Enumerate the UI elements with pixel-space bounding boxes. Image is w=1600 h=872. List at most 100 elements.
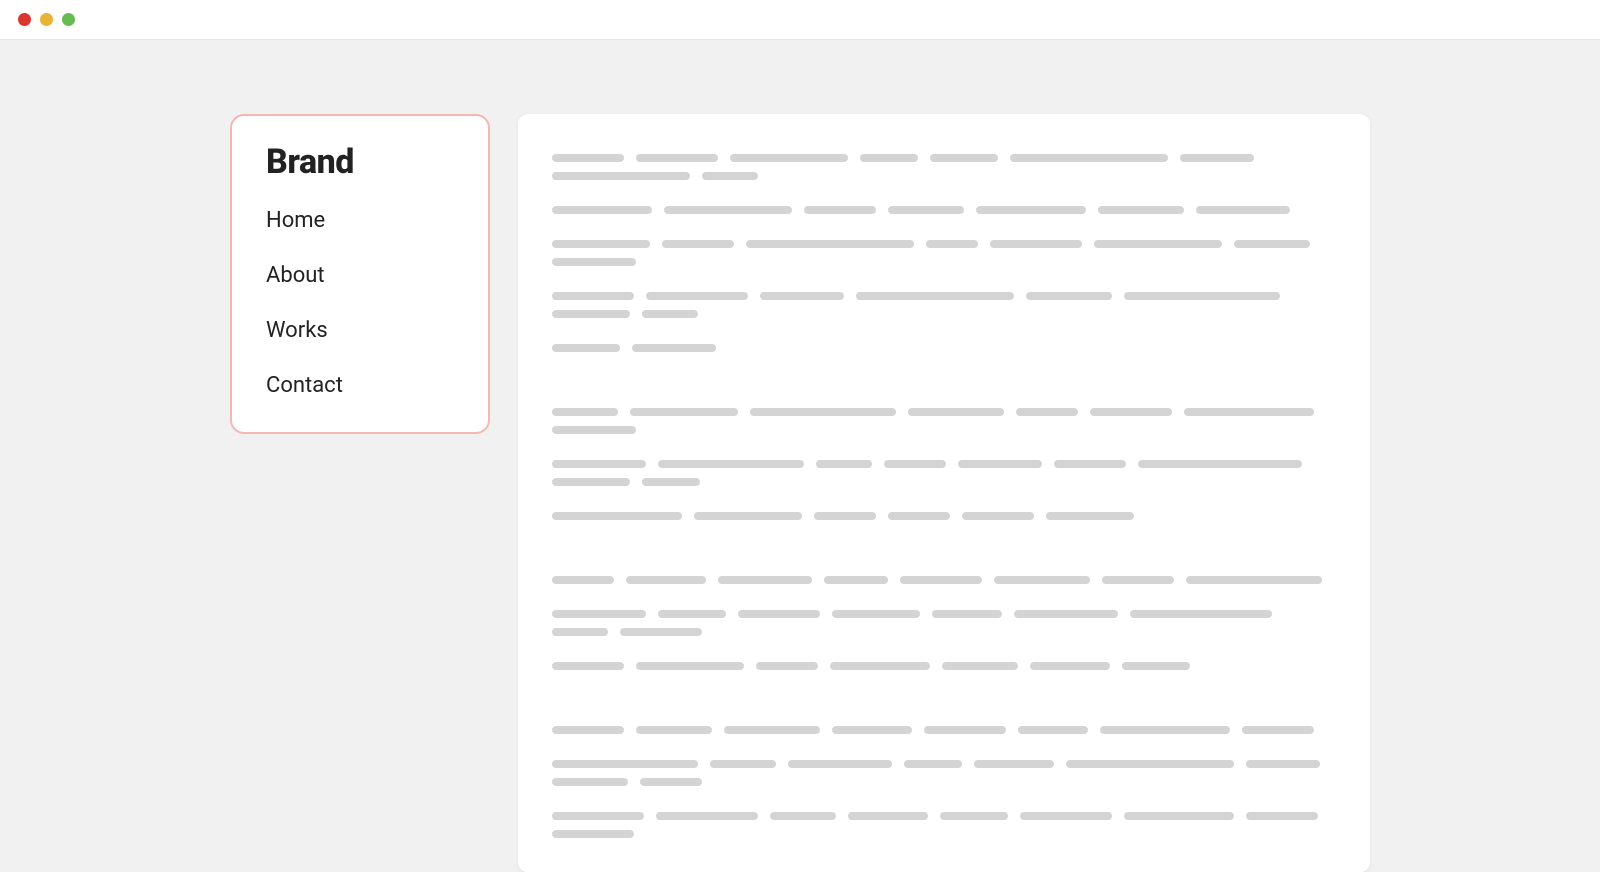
placeholder-segment bbox=[552, 830, 634, 838]
placeholder-segment bbox=[756, 662, 818, 670]
placeholder-segment bbox=[1234, 240, 1310, 248]
placeholder-segment bbox=[974, 760, 1054, 768]
placeholder-segment bbox=[642, 310, 698, 318]
placeholder-segment bbox=[746, 240, 914, 248]
placeholder-segment bbox=[636, 662, 744, 670]
placeholder-segment bbox=[930, 154, 998, 162]
placeholder-segment bbox=[1046, 512, 1134, 520]
placeholder-segment bbox=[630, 408, 738, 416]
placeholder-line bbox=[552, 240, 1336, 266]
page-body: Brand Home About Works Contact bbox=[0, 40, 1600, 872]
sidebar-item-contact[interactable]: Contact bbox=[266, 373, 454, 398]
placeholder-segment bbox=[620, 628, 702, 636]
placeholder-line bbox=[552, 344, 1336, 352]
window-titlebar bbox=[0, 0, 1600, 40]
placeholder-line bbox=[552, 610, 1336, 636]
placeholder-segment bbox=[1130, 610, 1272, 618]
placeholder-segment bbox=[830, 662, 930, 670]
sidebar: Brand Home About Works Contact bbox=[230, 114, 490, 434]
placeholder-segment bbox=[552, 778, 628, 786]
placeholder-segment bbox=[958, 460, 1042, 468]
sidebar-item-home[interactable]: Home bbox=[266, 208, 454, 233]
minimize-icon[interactable] bbox=[40, 13, 53, 26]
placeholder-segment bbox=[552, 206, 652, 214]
placeholder-segment bbox=[832, 610, 920, 618]
placeholder-segment bbox=[552, 292, 634, 300]
placeholder-segment bbox=[636, 726, 712, 734]
placeholder-segment bbox=[1246, 760, 1320, 768]
placeholder-segment bbox=[552, 426, 636, 434]
brand-title: Brand bbox=[266, 142, 454, 182]
placeholder-segment bbox=[552, 726, 624, 734]
placeholder-segment bbox=[940, 812, 1008, 820]
placeholder-line bbox=[552, 812, 1336, 838]
placeholder-segment bbox=[1018, 726, 1088, 734]
placeholder-line bbox=[552, 408, 1336, 434]
placeholder-paragraph bbox=[552, 408, 1336, 520]
placeholder-segment bbox=[932, 610, 1002, 618]
placeholder-line bbox=[552, 726, 1336, 734]
placeholder-segment bbox=[1090, 408, 1172, 416]
placeholder-segment bbox=[750, 408, 896, 416]
placeholder-segment bbox=[552, 812, 644, 820]
placeholder-segment bbox=[1020, 812, 1112, 820]
placeholder-segment bbox=[856, 292, 1014, 300]
placeholder-segment bbox=[626, 576, 706, 584]
placeholder-segment bbox=[908, 408, 1004, 416]
placeholder-segment bbox=[658, 610, 726, 618]
placeholder-segment bbox=[718, 576, 812, 584]
placeholder-paragraph bbox=[552, 576, 1336, 670]
placeholder-segment bbox=[1016, 408, 1078, 416]
sidebar-item-about[interactable]: About bbox=[266, 263, 454, 288]
placeholder-segment bbox=[848, 812, 928, 820]
placeholder-line bbox=[552, 460, 1336, 486]
placeholder-segment bbox=[724, 726, 820, 734]
placeholder-segment bbox=[552, 154, 624, 162]
placeholder-segment bbox=[888, 206, 964, 214]
placeholder-segment bbox=[552, 408, 618, 416]
placeholder-segment bbox=[552, 662, 624, 670]
zoom-icon[interactable] bbox=[62, 13, 75, 26]
placeholder-segment bbox=[552, 610, 646, 618]
placeholder-segment bbox=[884, 460, 946, 468]
sidebar-menu: Home About Works Contact bbox=[266, 208, 454, 398]
placeholder-segment bbox=[1246, 812, 1318, 820]
placeholder-line bbox=[552, 662, 1336, 670]
placeholder-segment bbox=[1100, 726, 1230, 734]
placeholder-segment bbox=[1242, 726, 1314, 734]
placeholder-segment bbox=[552, 512, 682, 520]
placeholder-segment bbox=[1180, 154, 1254, 162]
content-panel bbox=[518, 114, 1370, 872]
placeholder-line bbox=[552, 154, 1336, 180]
placeholder-segment bbox=[900, 576, 982, 584]
placeholder-segment bbox=[552, 258, 636, 266]
placeholder-segment bbox=[552, 172, 690, 180]
placeholder-segment bbox=[552, 310, 630, 318]
placeholder-segment bbox=[824, 576, 888, 584]
sidebar-item-works[interactable]: Works bbox=[266, 318, 454, 343]
placeholder-segment bbox=[814, 512, 876, 520]
placeholder-segment bbox=[1066, 760, 1234, 768]
placeholder-segment bbox=[646, 292, 748, 300]
close-icon[interactable] bbox=[18, 13, 31, 26]
placeholder-line bbox=[552, 206, 1336, 214]
placeholder-segment bbox=[662, 240, 734, 248]
placeholder-segment bbox=[632, 344, 716, 352]
placeholder-segment bbox=[816, 460, 872, 468]
placeholder-segment bbox=[924, 726, 1006, 734]
placeholder-segment bbox=[860, 154, 918, 162]
placeholder-line bbox=[552, 292, 1336, 318]
placeholder-paragraph bbox=[552, 726, 1336, 838]
placeholder-segment bbox=[888, 512, 950, 520]
placeholder-segment bbox=[926, 240, 978, 248]
placeholder-segment bbox=[976, 206, 1086, 214]
placeholder-segment bbox=[552, 478, 630, 486]
placeholder-segment bbox=[1014, 610, 1118, 618]
placeholder-segment bbox=[1138, 460, 1302, 468]
placeholder-segment bbox=[1196, 206, 1290, 214]
placeholder-segment bbox=[656, 812, 758, 820]
placeholder-segment bbox=[642, 478, 700, 486]
placeholder-segment bbox=[730, 154, 848, 162]
placeholder-segment bbox=[788, 760, 892, 768]
placeholder-line bbox=[552, 760, 1336, 786]
